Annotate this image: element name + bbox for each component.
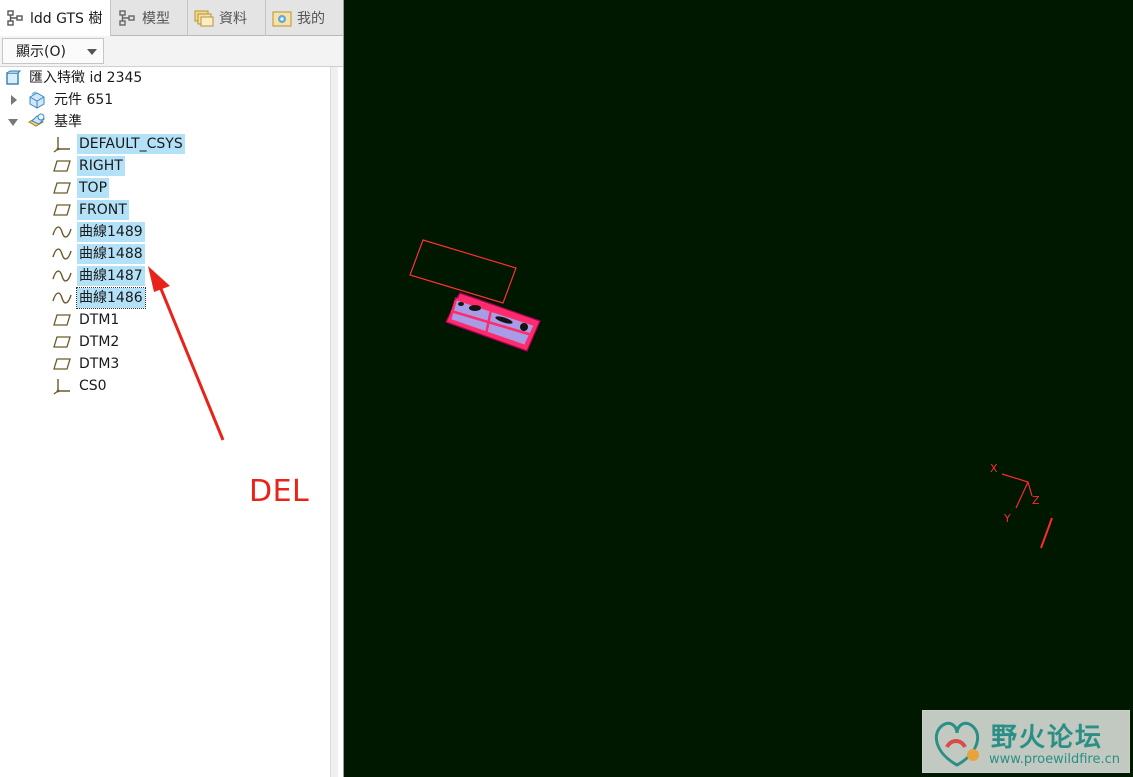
tab-label: 資料 — [219, 11, 247, 27]
tree-toolbar: 顯示(O) — [0, 36, 343, 67]
tree-item-label: 基準 — [54, 114, 82, 130]
csys-icon — [52, 377, 72, 395]
tab-favorites[interactable]: 我的 — [267, 0, 343, 36]
tree-item-front[interactable]: FRONT — [0, 199, 330, 221]
model-tree-icon — [4, 8, 26, 28]
tree-item-label: DTM2 — [79, 334, 120, 350]
datum-plane-icon — [52, 157, 72, 175]
tree-item-label: DEFAULT_CSYS — [77, 134, 185, 154]
tab-model[interactable]: 模型 — [112, 0, 188, 36]
tree-item-label: 匯入特徵 id 2345 — [29, 70, 143, 86]
tree-item-label: 曲線1488 — [77, 244, 145, 264]
show-dropdown-label: 顯示(O) — [16, 44, 66, 60]
tree-item-right[interactable]: RIGHT — [0, 155, 330, 177]
forum-watermark: 野火论坛 www.proewildfire.cn — [922, 710, 1130, 773]
tree-item-root[interactable]: 匯入特徵 id 2345 — [0, 67, 330, 89]
coordinate-triad-icon — [1001, 473, 1053, 549]
favorites-folder-icon — [271, 8, 293, 28]
tree-item-label: TOP — [77, 178, 110, 198]
tree-item-curve-1489[interactable]: 曲線1489 — [0, 221, 330, 243]
component-icon — [27, 91, 47, 109]
tab-label: 模型 — [142, 11, 170, 27]
datum-plane-icon — [52, 201, 72, 219]
annotation-arrow-icon — [148, 266, 225, 441]
watermark-title: 野火论坛 — [991, 723, 1104, 753]
curve-icon — [52, 289, 72, 307]
tree-item-datums[interactable]: 基準 — [0, 111, 330, 133]
tree-item-components[interactable]: 元件 651 — [0, 89, 330, 111]
datum-plane-icon — [52, 333, 72, 351]
model-tree-icon — [116, 8, 138, 28]
tab-model-tree[interactable]: ldd GTS 樹 — [0, 0, 111, 37]
expand-arrow-icon[interactable] — [9, 95, 19, 105]
curve-icon — [52, 245, 72, 263]
tree-item-default-csys[interactable]: DEFAULT_CSYS — [0, 133, 330, 155]
tree-item-label: 元件 651 — [54, 92, 114, 108]
import-feature-icon — [3, 69, 23, 87]
tree-item-label: CS0 — [79, 378, 107, 394]
watermark-url: www.proewildfire.cn — [989, 752, 1120, 767]
folder-icon — [193, 8, 215, 28]
model-geometry: X Z Y — [409, 239, 1053, 549]
tree-item-label: 曲線1487 — [77, 266, 145, 286]
curve-icon — [52, 223, 72, 241]
tree-item-top[interactable]: TOP — [0, 177, 330, 199]
curve-icon — [52, 267, 72, 285]
tree-item-label: RIGHT — [77, 156, 125, 176]
tree-scrollbar[interactable] — [330, 67, 338, 777]
graphics-viewport[interactable]: X Z Y — [344, 0, 1133, 777]
triad-label-z: Z — [1032, 494, 1040, 507]
datum-plane-icon — [52, 179, 72, 197]
tab-label: 我的 — [297, 11, 325, 27]
watermark-logo-icon — [934, 721, 980, 767]
panel-tabbar: ldd GTS 樹 模型 資料 我的 — [0, 0, 343, 37]
show-dropdown[interactable]: 顯示(O) — [2, 38, 104, 64]
csys-icon — [52, 135, 72, 153]
annotation-del-label: DEL — [249, 474, 310, 509]
tree-item-label: 曲線1486 — [76, 287, 146, 309]
triad-label-y: Y — [1003, 512, 1011, 525]
tab-label: ldd GTS 樹 — [30, 11, 103, 27]
tree-item-label: DTM1 — [79, 312, 120, 328]
chevron-down-icon — [87, 49, 97, 55]
part-body — [445, 292, 541, 352]
triad-label-x: X — [990, 462, 998, 475]
tree-item-label: FRONT — [77, 200, 129, 220]
collapse-arrow-icon[interactable] — [8, 117, 18, 127]
tree-item-label: DTM3 — [79, 356, 120, 372]
tree-item-label: 曲線1489 — [77, 222, 145, 242]
tab-folder-browser[interactable]: 資料 — [189, 0, 266, 36]
datum-plane-icon — [52, 355, 72, 373]
datum-group-icon — [27, 113, 47, 131]
datum-plane-icon — [52, 311, 72, 329]
